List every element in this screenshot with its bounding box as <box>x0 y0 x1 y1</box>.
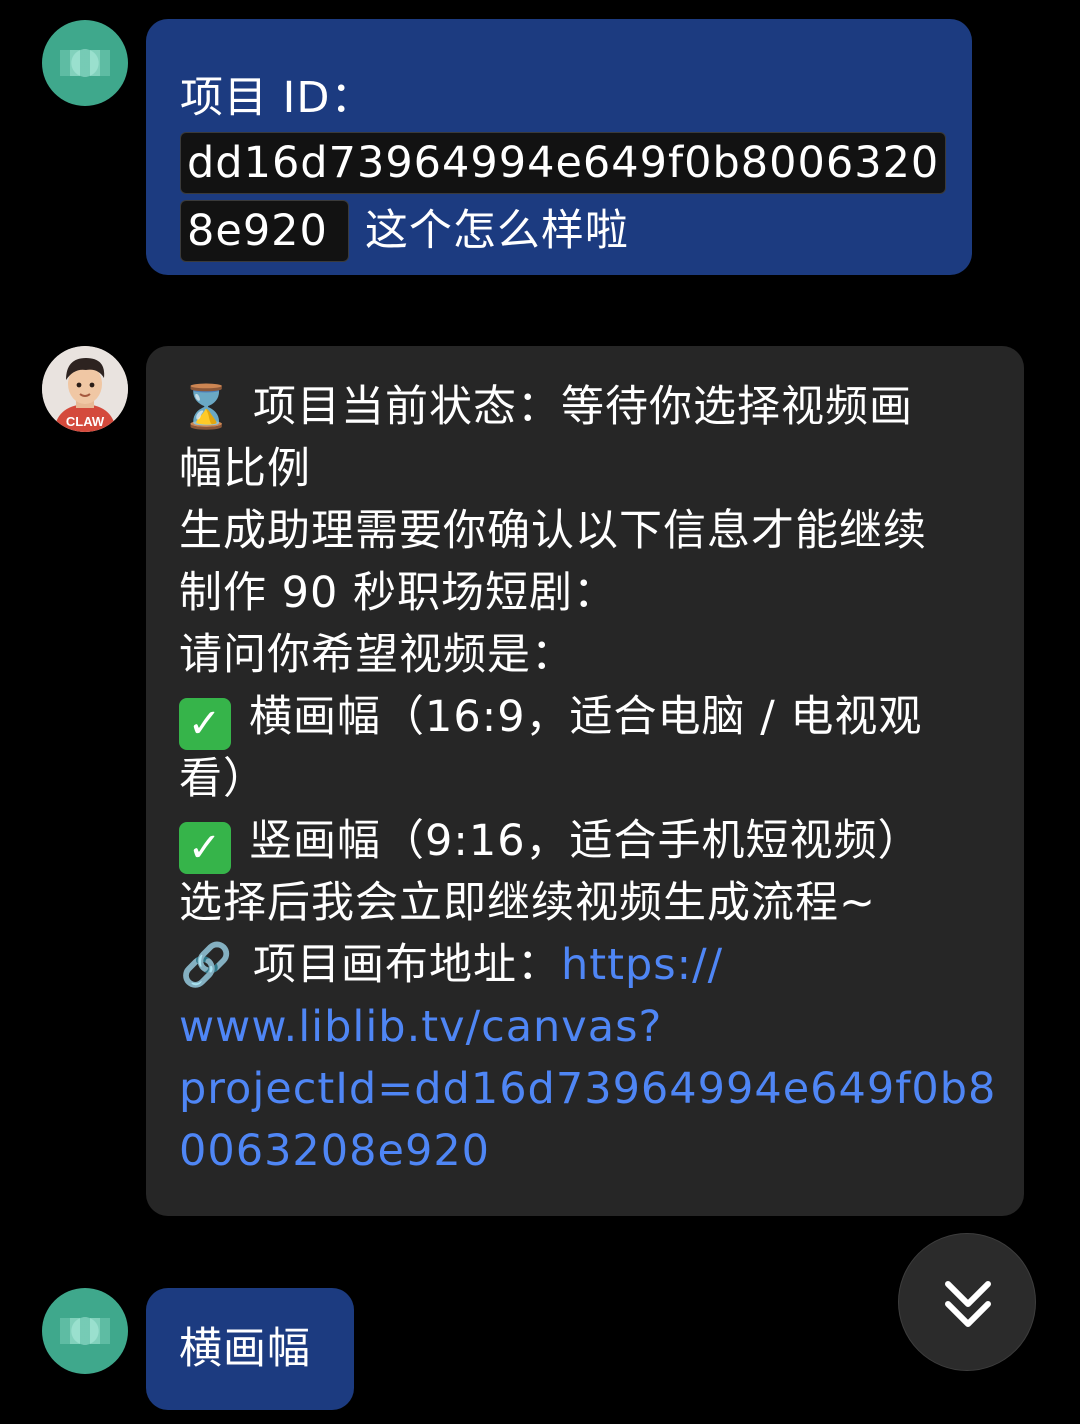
message-text: 横画幅 <box>179 1324 311 1374</box>
after-line: 选择后我会立即继续视频生成流程~ <box>179 878 877 928</box>
option-portrait: 竖画幅（9:16，适合手机短视频） <box>249 816 922 866</box>
user-message-bubble[interactable]: 横画幅 <box>146 1288 354 1410</box>
body-line: 生成助理需要你确认以下信息才能继续 <box>179 506 927 556</box>
bot-avatar-badge: CLAW <box>65 414 105 429</box>
body-line: 制作 90 秒职场短剧： <box>179 568 618 618</box>
canvas-url-link[interactable]: https:// <box>561 940 723 990</box>
project-id-label: 项目 ID： <box>180 73 375 123</box>
canvas-url-link[interactable]: 0063208e920 <box>179 1120 1024 1182</box>
message-tail: 这个怎么样啦 <box>364 206 629 256</box>
message-text: ⌛ 项目当前状态：等待你选择视频画 幅比例 生成助理需要你确认以下信息才能继续 制… <box>179 376 1024 1182</box>
check-icon: ✓ <box>179 822 231 874</box>
bot-avatar[interactable]: CLAW <box>42 346 128 432</box>
option-landscape: 横画幅（16:9，适合电脑 / 电视观 <box>249 692 923 742</box>
status-line-cont: 幅比例 <box>179 444 311 494</box>
user-message-bubble[interactable]: 项目 ID： dd16d73964994e649f0b8006320 8e920… <box>146 19 972 275</box>
hourglass-icon: ⌛ <box>180 382 234 431</box>
user-avatar[interactable] <box>42 1288 128 1374</box>
project-id-code: 8e920 <box>180 200 349 262</box>
link-label: 项目画布地址： <box>253 940 561 990</box>
question-line: 请问你希望视频是： <box>179 630 575 680</box>
canvas-url-link[interactable]: www.liblib.tv/canvas? <box>179 996 1024 1058</box>
check-icon: ✓ <box>179 698 231 750</box>
canvas-url-link[interactable]: projectId=dd16d73964994e649f0b8 <box>179 1058 1024 1120</box>
message-text: 项目 ID： dd16d73964994e649f0b8006320 8e920… <box>180 67 972 287</box>
chevron-double-down-icon <box>945 1281 991 1327</box>
scroll-to-bottom-button[interactable] <box>898 1233 1036 1371</box>
user-avatar[interactable] <box>42 20 128 106</box>
link-icon: 🔗 <box>180 940 234 989</box>
status-line: 项目当前状态：等待你选择视频画 <box>253 382 913 432</box>
project-id-code: dd16d73964994e649f0b8006320 <box>180 132 947 194</box>
bot-message-bubble[interactable]: ⌛ 项目当前状态：等待你选择视频画 幅比例 生成助理需要你确认以下信息才能继续 制… <box>146 346 1024 1216</box>
option-landscape-cont: 看） <box>179 754 267 804</box>
